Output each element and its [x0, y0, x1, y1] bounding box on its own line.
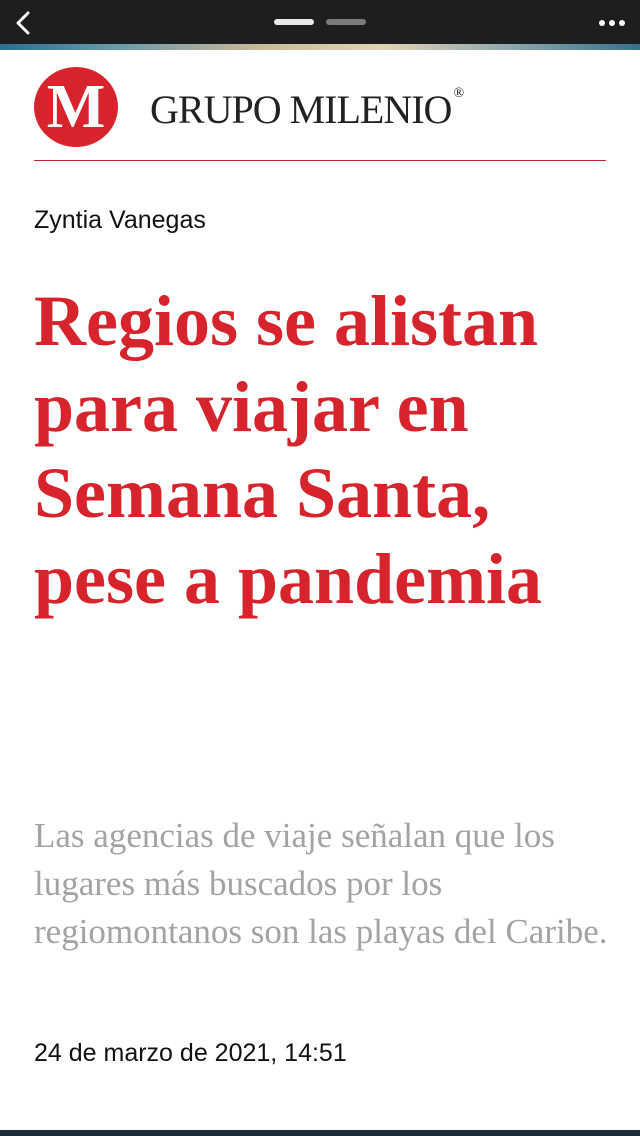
article-timestamp: 24 de marzo de 2021, 14:51 [34, 1039, 347, 1067]
logo-letter: M [46, 73, 106, 141]
page-indicator-dot-active[interactable] [274, 19, 314, 25]
more-options-button[interactable] [592, 8, 632, 38]
chevron-left-icon [16, 11, 30, 35]
more-horizontal-icon [599, 20, 605, 26]
bottom-edge [0, 1130, 640, 1136]
top-navigation-bar [0, 0, 640, 46]
milenio-logo: M [34, 67, 118, 147]
page-indicator [274, 19, 366, 25]
article-author: Zyntia Vanegas [34, 206, 206, 234]
article-summary: Las agencias de viaje señalan que los lu… [34, 816, 608, 951]
article-headline: Regios se alistan para viajar en Semana … [34, 281, 543, 619]
registered-mark: ® [453, 86, 465, 101]
back-button[interactable] [6, 6, 40, 40]
brand-name: GRUPO MILENIO [150, 87, 452, 132]
page-indicator-dot[interactable] [326, 19, 366, 25]
cover-image-strip [0, 44, 640, 50]
masthead: M GRUPO MILENIO ® [34, 66, 606, 148]
masthead-divider [34, 160, 606, 161]
